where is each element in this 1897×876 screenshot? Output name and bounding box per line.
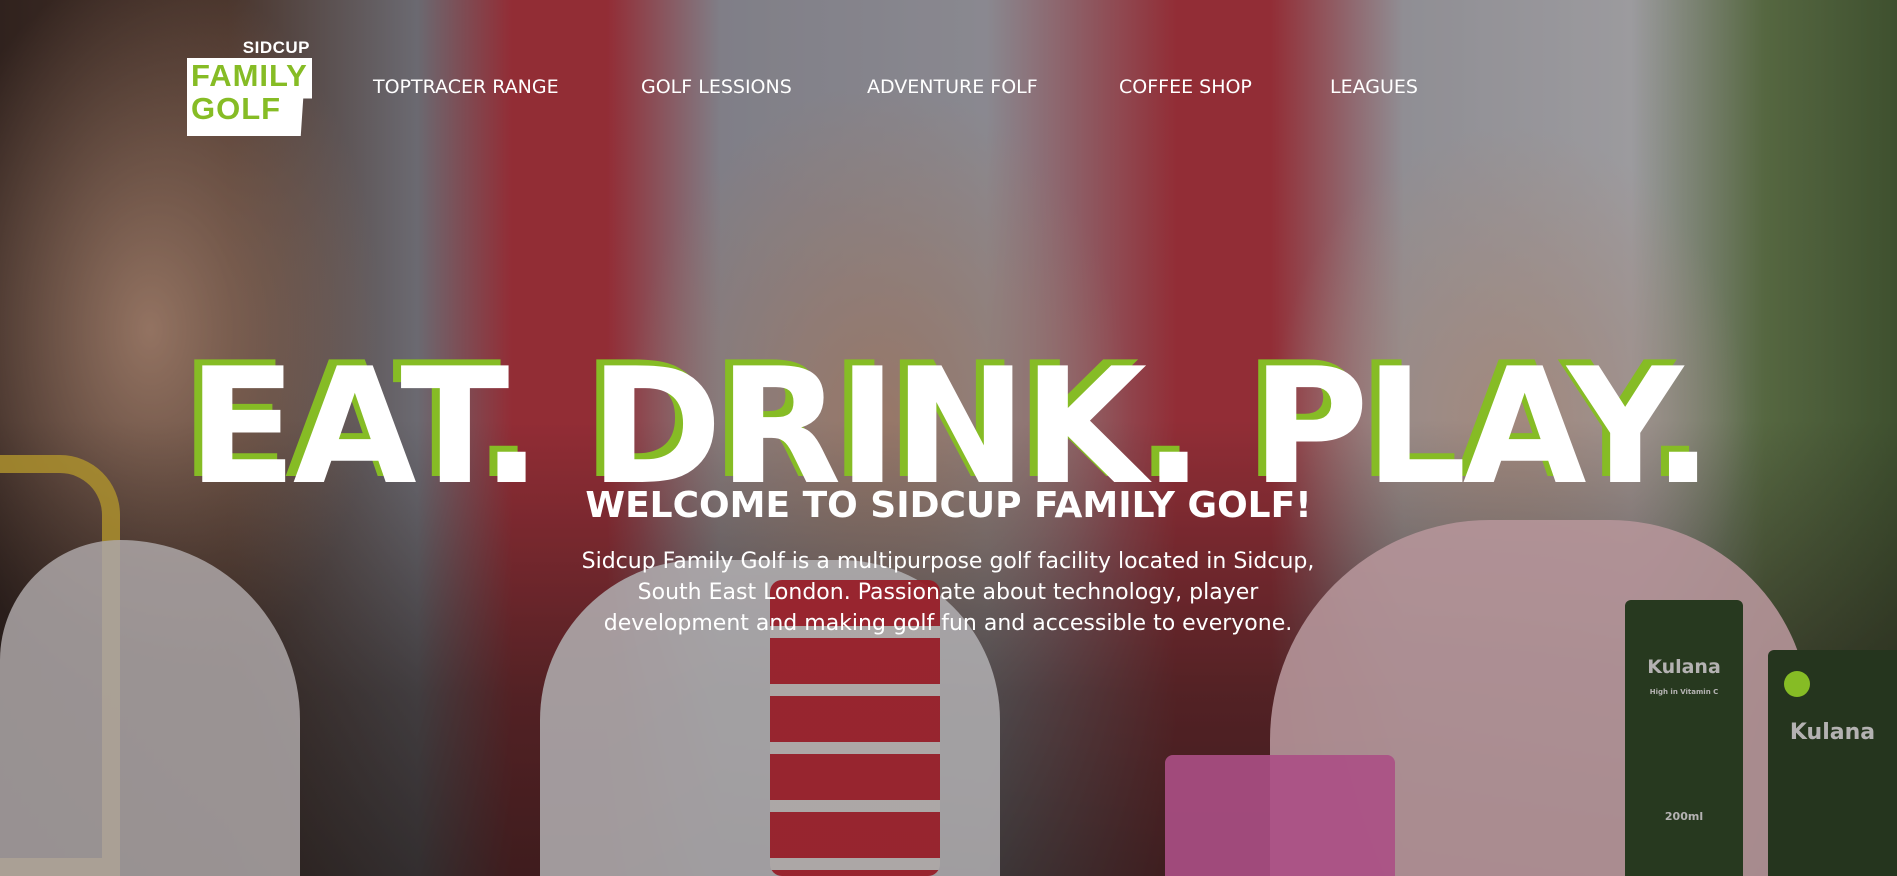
logo-line-golf: GOLF (191, 91, 282, 126)
welcome-heading: WELCOME TO SIDCUP FAMILY GOLF! (585, 484, 1312, 526)
nav-item-adventure-folf[interactable]: ADVENTURE FOLF (867, 76, 1038, 98)
nav-item-toptracer-range[interactable]: TOPTRACER RANGE (373, 76, 559, 98)
hero-section: Kulana High in Vitamin C 200ml Kulana SI… (0, 0, 1897, 876)
intro-text: Sidcup Family Golf is a multipurpose gol… (581, 549, 1315, 636)
logo-top-text: SIDCUP (242, 38, 310, 57)
nav-item-leagues[interactable]: LEAGUES (1330, 76, 1418, 98)
carousel-indicator-dot[interactable] (1784, 671, 1810, 697)
hero-headline: EAT. DRINK. PLAY. (187, 333, 1714, 521)
site-logo[interactable]: SIDCUP FAMILY GOLF (187, 38, 312, 136)
logo-line-family: FAMILY (191, 58, 308, 93)
nav-item-coffee-shop[interactable]: COFFEE SHOP (1119, 76, 1252, 98)
nav-item-golf-lessions[interactable]: GOLF LESSIONS (641, 76, 792, 98)
